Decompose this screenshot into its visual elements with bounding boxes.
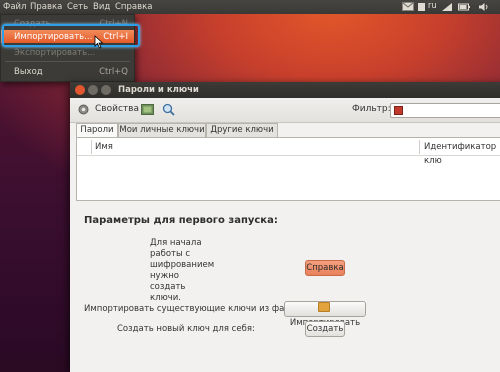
mail-icon[interactable]	[402, 1, 414, 13]
menu-item-export[interactable]: Экспортировать...	[1, 46, 134, 59]
battery-icon[interactable]	[458, 1, 470, 13]
tab-other-keys[interactable]: Другие ключи	[206, 123, 278, 137]
passwords-keys-window: Пароли и ключи Свойства Фильтр: Пароли М…	[70, 82, 500, 372]
column-header-name[interactable]: Имя	[95, 140, 113, 154]
intro-line: создать	[150, 282, 186, 292]
help-button[interactable]: Справка	[305, 260, 345, 276]
first-run-intro: Для начала работы с шифрованием нужно со…	[150, 238, 214, 304]
search-icon[interactable]	[162, 103, 175, 119]
volume-icon[interactable]	[478, 1, 490, 13]
menu-view[interactable]: Вид	[93, 2, 110, 12]
intro-line: шифрованием	[150, 260, 215, 270]
header-divider	[77, 155, 500, 156]
menu-help[interactable]: Справка	[115, 2, 152, 12]
first-run-title: Параметры для первого запуска:	[84, 215, 278, 226]
intro-line: работы с	[150, 249, 191, 259]
tab-passwords[interactable]: Пароли	[76, 123, 118, 138]
network-icon[interactable]	[441, 1, 453, 13]
minimize-icon[interactable]	[88, 85, 98, 95]
intro-line: нужно	[150, 271, 180, 281]
toolbar: Свойства Фильтр:	[70, 98, 500, 123]
import-label: Импортировать существующие ключи из файл…	[84, 304, 304, 314]
maximize-icon[interactable]	[101, 85, 111, 95]
menu-item-quit-shortcut: Ctrl+Q	[99, 67, 128, 77]
keyboard-layout-icon[interactable]: ru	[418, 1, 437, 13]
keys-list[interactable]: Имя Идентификатор клю	[76, 137, 500, 201]
column-header-key-id[interactable]: Идентификатор клю	[424, 140, 500, 166]
folder-icon	[318, 302, 330, 312]
menu-item-export-label: Экспортировать...	[14, 48, 96, 58]
create-button[interactable]: Создать	[305, 321, 345, 337]
intro-line: ключи.	[150, 293, 181, 303]
column-separator	[419, 140, 420, 154]
import-button[interactable]: Импортировать	[284, 301, 366, 328]
filter-label: Фильтр:	[352, 104, 391, 114]
menu-file[interactable]: Файл	[3, 2, 26, 12]
image-icon[interactable]	[141, 103, 154, 119]
import-highlight-frame	[2, 24, 140, 47]
keyboard-layout-label: ru	[427, 1, 437, 11]
intro-line: Для начала	[150, 238, 202, 248]
menu-edit[interactable]: Правка	[30, 2, 62, 12]
properties-button[interactable]: Свойства	[95, 104, 139, 114]
top-menu-bar: Файл Правка Сеть Вид Справка ru	[0, 0, 500, 14]
close-icon[interactable]	[75, 85, 85, 95]
menu-item-quit[interactable]: Выход Ctrl+Q	[1, 65, 134, 78]
mouse-pointer-icon	[94, 35, 104, 49]
window-title: Пароли и ключи	[118, 85, 199, 95]
clear-filter-icon[interactable]	[394, 106, 403, 115]
properties-gear-icon[interactable]	[77, 103, 90, 119]
create-label: Создать новый ключ для себя:	[117, 324, 255, 334]
window-titlebar[interactable]: Пароли и ключи	[70, 82, 500, 98]
menu-item-quit-label: Выход	[14, 67, 43, 77]
menu-network[interactable]: Сеть	[67, 2, 88, 12]
menu-separator	[5, 61, 130, 62]
filter-input[interactable]	[390, 103, 500, 118]
tab-my-personal-keys[interactable]: Мои личные ключи	[118, 123, 206, 137]
column-separator	[91, 140, 92, 154]
